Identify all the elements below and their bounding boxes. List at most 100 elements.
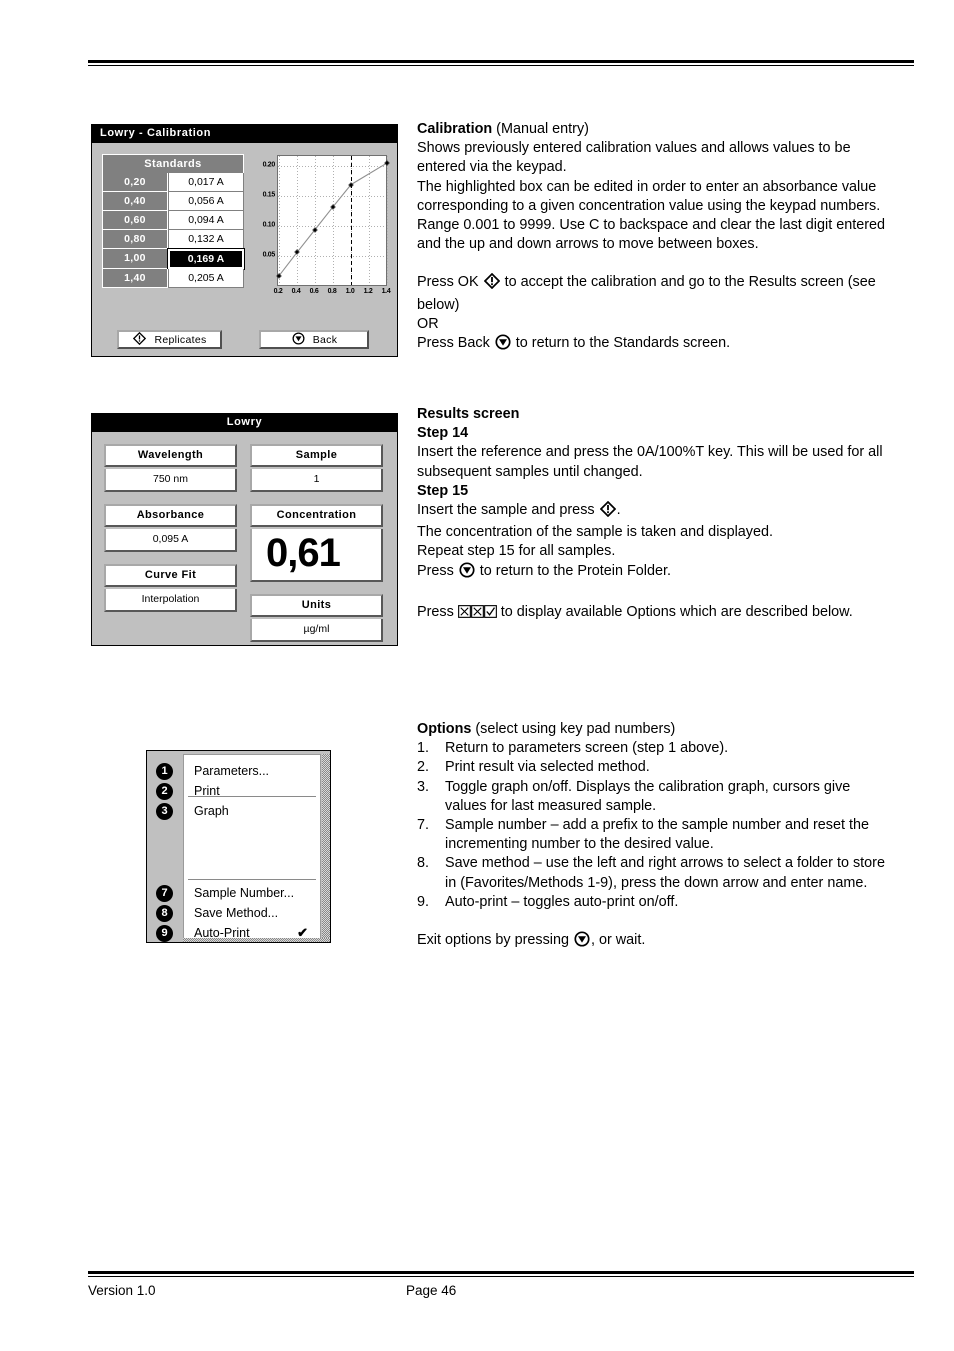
list-item-number: 8. [417,855,430,872]
standard-concentration: 0,20 [102,173,168,192]
footer-page-number: Page 46 [406,1283,457,1298]
chart-x-tick-label: 0.6 [309,288,319,295]
curve-fit-field[interactable]: Curve Fit Interpolation [104,564,237,612]
press-options-prefix: Press [417,603,458,620]
sample-label: Sample [250,444,383,467]
list-item: 7. Sample number – add a prefix to the sa… [417,816,889,854]
calibration-screen: Lowry - Calibration Standards 0,20 0,017… [91,124,398,357]
chart-data-point [294,249,300,255]
chart-data-point [330,204,336,210]
calibration-description: Calibration (Manual entry) Shows previou… [417,120,889,356]
missing-glyph-box-check-icon [483,604,497,624]
wavelength-field[interactable]: Wavelength 750 nm [104,444,237,492]
ok-key-icon [599,500,616,523]
replicates-button[interactable]: Replicates [117,330,222,349]
back-key-icon [459,562,475,584]
step15-prefix: Insert the sample and press [417,502,599,519]
list-item: 2. Print result via selected method. [417,758,889,777]
list-item-number: 1. [417,740,430,757]
curve-fit-label: Curve Fit [104,564,237,587]
replicates-button-label: Replicates [154,333,207,346]
header-rule [88,60,914,66]
standard-absorbance[interactable]: 0,205 A [168,269,244,288]
standard-absorbance-highlighted[interactable]: 0,169 A [167,248,245,270]
step15-suffix: . [616,502,621,519]
curve-fit-value: Interpolation [104,589,237,612]
absorbance-field[interactable]: Absorbance 0,095 A [104,504,237,552]
menu-number-badge-3[interactable]: 3 [156,803,173,820]
ok-key-icon [483,273,500,295]
list-item-text: Toggle graph on/off. Displays the calibr… [445,778,851,814]
chart-plot-area [276,155,390,286]
calibration-screen-title: Lowry - Calibration [92,125,397,143]
menu-number-badge-7[interactable]: 7 [156,885,173,902]
press-ok-instruction: Press OK to accept the calibration and g… [417,273,889,314]
menu-item-save-method[interactable]: Save Method... [194,906,278,920]
table-row[interactable]: 0,60 0,094 A [102,211,244,230]
back-key-icon [292,331,305,348]
options-heading: Options (select using key pad numbers) [417,720,889,739]
standard-absorbance[interactable]: 0,017 A [168,173,244,192]
chart-x-tick-label: 0.8 [327,288,337,295]
table-row-selected[interactable]: 1,00 0,169 A [102,248,245,270]
chart-x-tick-label: 1.0 [345,288,355,295]
menu-number-badge-2[interactable]: 2 [156,783,173,800]
step15-heading: Step 15 [417,482,889,501]
units-value: µg/ml [250,619,383,642]
menu-number-badge-9[interactable]: 9 [156,925,173,942]
list-item: 1. Return to parameters screen (step 1 ab… [417,739,889,758]
list-item-text: Save method – use the left and right arr… [445,855,885,891]
chart-x-tick-label: 0.4 [291,288,301,295]
menu-item-parameters[interactable]: Parameters... [194,764,269,778]
menu-number-badge-1[interactable]: 1 [156,763,173,780]
results-screen: Lowry Wavelength 750 nm Absorbance 0,095… [91,413,398,646]
missing-glyph-box-cross-icon [457,604,471,624]
standard-absorbance[interactable]: 0,132 A [168,230,244,249]
back-button[interactable]: Back [259,330,369,349]
chart-data-point [384,160,390,166]
page-footer: Version 1.0 Page 46 [88,1283,914,1303]
list-item-text: Auto-print – toggles auto-print on/off. [445,893,679,910]
chart-y-tick-label: 0.15 [262,191,276,199]
concentration-field[interactable]: Concentration 0,61 [250,504,383,582]
list-item: 8. Save method – use the left and right a… [417,854,889,892]
menu-number-badge-8[interactable]: 8 [156,905,173,922]
chart-y-axis-labels: 0.05 0.10 0.15 0.20 [250,155,276,286]
table-row[interactable]: 1,40 0,205 A [102,269,244,288]
menu-item-print[interactable]: Print [194,784,220,798]
press-back-instruction: Press Back to return to the Standards sc… [417,334,889,356]
calibration-heading-rest: (Manual entry) [492,121,589,137]
ok-key-icon [133,331,147,348]
options-menu-list: Parameters... Print Graph Sample Number.… [183,754,321,940]
table-row[interactable]: 0,40 0,056 A [102,192,244,211]
table-row[interactable]: 0,80 0,132 A [102,230,244,249]
calibration-heading-bold: Calibration [417,121,493,137]
menu-item-sample-number[interactable]: Sample Number... [194,886,294,900]
results-line-1: The concentration of the sample is taken… [417,524,773,541]
calibration-heading: Calibration (Manual entry) [417,120,889,139]
options-list: 1. Return to parameters screen (step 1 ab… [417,739,889,912]
standard-concentration: 1,00 [102,249,168,269]
or-text: OR [417,315,439,332]
standard-concentration: 0,80 [102,230,168,249]
step15-label: Step 15 [417,482,469,499]
menu-item-graph[interactable]: Graph [194,804,229,818]
standard-absorbance[interactable]: 0,056 A [168,192,244,211]
table-row[interactable]: 0,20 0,017 A [102,173,244,192]
exit-options-suffix: , or wait. [590,932,646,949]
step14-text: Insert the reference and press the 0A/10… [417,444,883,480]
chart-cursor-line [351,156,352,285]
standard-concentration: 0,40 [102,192,168,211]
options-description: Options (select using key pad numbers) 1… [417,720,889,953]
standards-table-header: Standards [102,154,244,173]
results-left-column: Wavelength 750 nm Absorbance 0,095 A Cur… [104,444,237,624]
standard-concentration: 0,60 [102,211,168,230]
units-field[interactable]: Units µg/ml [250,594,383,642]
results-right-column: Sample 1 Concentration 0,61 Units µg/ml [250,444,383,654]
sample-field[interactable]: Sample 1 [250,444,383,492]
list-item-number: 7. [417,817,430,834]
absorbance-value: 0,095 A [104,529,237,552]
standard-absorbance[interactable]: 0,094 A [168,211,244,230]
options-heading-bold: Options [417,721,472,737]
